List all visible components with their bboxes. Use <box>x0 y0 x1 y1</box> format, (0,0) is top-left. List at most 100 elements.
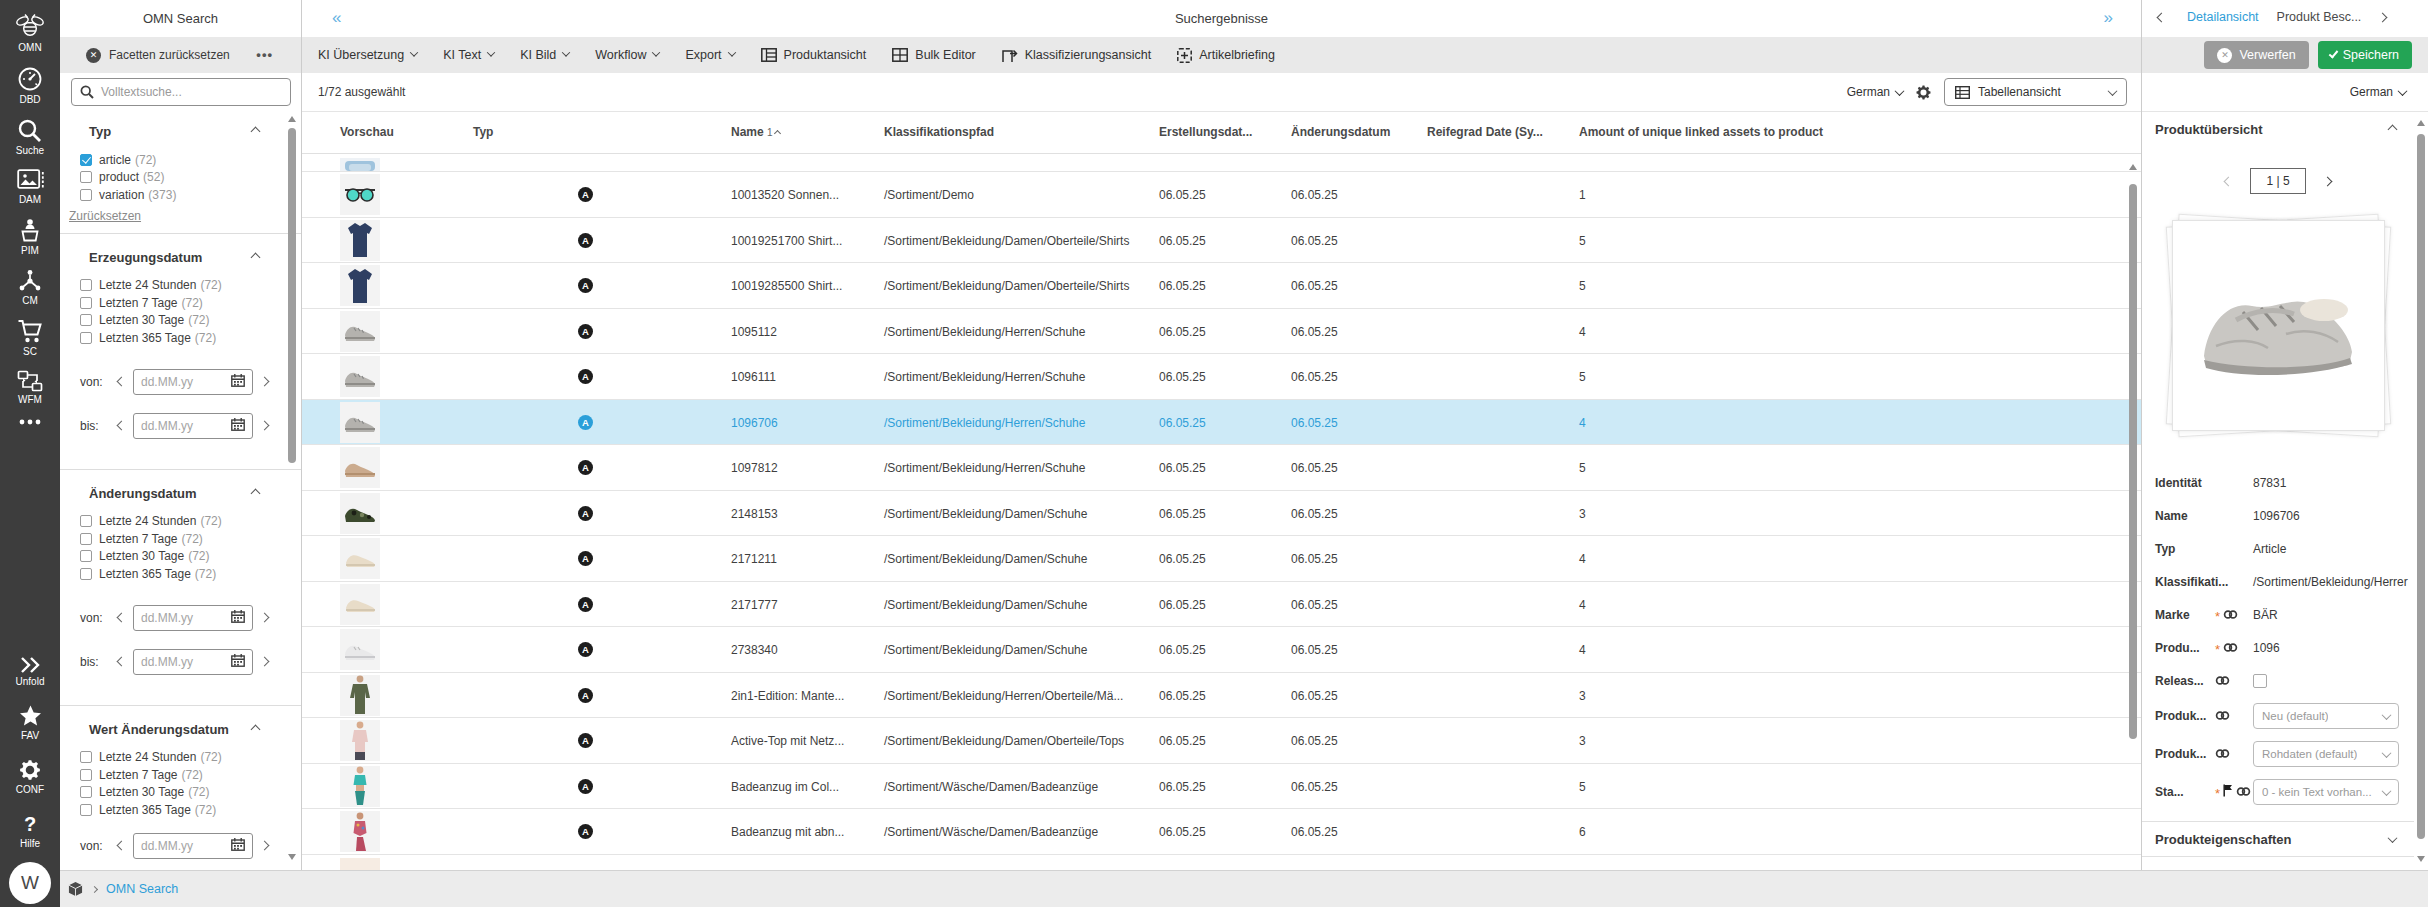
facet-option[interactable]: Letzte 24 Stunden(72) <box>80 749 301 767</box>
toolbar-menu-export[interactable]: Export <box>685 48 734 62</box>
view-mode-select[interactable]: Tabellenansicht <box>1944 78 2127 106</box>
date-prev-icon[interactable] <box>117 377 127 387</box>
facet-option[interactable]: Letzten 30 Tage(72) <box>80 312 301 330</box>
date-from-input[interactable]: dd.MM.yy <box>133 369 253 395</box>
date-to-input[interactable]: dd.MM.yy <box>133 413 253 439</box>
date-next-icon[interactable] <box>260 657 270 667</box>
facet-group-title[interactable]: Änderungsdatum <box>89 486 301 501</box>
table-row[interactable]: A10019285500 Shirt.../Sortiment/Bekleidu… <box>302 263 2141 309</box>
checkbox[interactable] <box>80 751 92 763</box>
facet-group-title[interactable]: Typ <box>89 124 301 139</box>
table-row[interactable]: A1097812/Sortiment/Bekleidung/Herren/Sch… <box>302 445 2141 491</box>
link-icon[interactable] <box>2236 783 2251 801</box>
checkbox[interactable] <box>80 550 92 562</box>
facet-option[interactable]: variation(373) <box>80 186 301 204</box>
column-header[interactable]: Erstellungsdat... <box>1159 125 1252 139</box>
date-prev-icon[interactable] <box>117 657 127 667</box>
checkbox[interactable] <box>80 533 92 545</box>
table-row[interactable]: A2738340/Sortiment/Bekleidung/Damen/Schu… <box>302 627 2141 673</box>
language-select[interactable]: German <box>1847 85 1903 99</box>
next-tab-icon[interactable] <box>2378 12 2388 22</box>
facet-option[interactable]: Letzten 365 Tage(72) <box>80 565 301 583</box>
checkbox[interactable] <box>80 279 92 291</box>
table-row[interactable]: ABadeanzug mit abn.../Sortiment/Wäsche/D… <box>302 809 2141 855</box>
sidebar-item-wfm[interactable]: WFM <box>17 370 43 405</box>
tab-detailansicht[interactable]: Detailansicht <box>2187 10 2259 24</box>
sidebar-item-cm[interactable]: CM <box>18 269 42 306</box>
facet-option[interactable]: Letzte 24 Stunden(72) <box>80 277 301 295</box>
checkbox[interactable] <box>80 154 92 166</box>
facet-more-menu[interactable]: ••• <box>256 47 273 62</box>
facet-option[interactable]: Letzten 365 Tage(72) <box>80 801 301 819</box>
column-header[interactable]: Typ <box>473 125 493 139</box>
field-checkbox[interactable] <box>2253 674 2267 688</box>
link-icon[interactable] <box>2215 745 2230 763</box>
table-row[interactable]: A10013520 Sonnen.../Sortiment/Demo06.05.… <box>302 172 2141 218</box>
sidebar-item-pim[interactable]: PIM <box>18 218 42 256</box>
date-next-icon[interactable] <box>260 613 270 623</box>
section-produkteigenschaften[interactable]: Produkteigenschaften <box>2142 822 2414 856</box>
date-from-input[interactable]: dd.MM.yy <box>133 605 253 631</box>
facet-option[interactable]: product(52) <box>80 169 301 187</box>
sidebar-item-more[interactable] <box>18 418 42 426</box>
table-row[interactable]: A2in1-Edition: Mante.../Sortiment/Beklei… <box>302 673 2141 719</box>
sidebar-item-conf[interactable]: CONF <box>16 758 44 795</box>
reset-facets-label[interactable]: Facetten zurücksetzen <box>109 48 230 62</box>
table-row-partial[interactable] <box>302 154 2141 172</box>
link-icon[interactable] <box>2223 606 2238 624</box>
facet-option[interactable]: Letzte 24 Stunden(72) <box>80 513 301 531</box>
fulltext-search-input[interactable]: Volltextsuche... <box>71 78 291 106</box>
facet-scrollbar[interactable] <box>285 110 299 870</box>
prev-image-icon[interactable] <box>2224 176 2234 186</box>
sidebar-item-dbd[interactable]: DBD <box>17 66 43 105</box>
column-header[interactable]: Vorschau <box>340 125 394 139</box>
checkbox[interactable] <box>80 786 92 798</box>
sidebar-item-fav[interactable]: FAV <box>18 704 43 741</box>
toolbar-button-artikelbriefing[interactable]: Artikelbriefing <box>1177 48 1275 63</box>
date-prev-icon[interactable] <box>117 613 127 623</box>
field-select[interactable]: Rohdaten (default) <box>2253 741 2399 767</box>
save-button[interactable]: Speichern <box>2318 41 2412 69</box>
table-row[interactable]: A10019251700 Shirt.../Sortiment/Bekleidu… <box>302 218 2141 264</box>
calendar-icon[interactable] <box>231 417 245 435</box>
checkbox[interactable] <box>80 804 92 816</box>
facet-reset-link[interactable]: Zurücksetzen <box>69 209 141 223</box>
checkbox[interactable] <box>80 515 92 527</box>
breadcrumb-omn-search[interactable]: OMN Search <box>106 882 178 896</box>
facet-option[interactable]: Letzten 7 Tage(72) <box>80 766 301 784</box>
toolbar-button-klassifizierungsansicht[interactable]: Klassifizierungsansicht <box>1002 48 1151 63</box>
checkbox[interactable] <box>80 189 92 201</box>
toolbar-menu-ki-bild[interactable]: KI Bild <box>520 48 569 62</box>
checkbox[interactable] <box>80 769 92 781</box>
column-header[interactable]: Änderungsdatum <box>1291 125 1390 139</box>
facet-option[interactable]: Letzten 7 Tage(72) <box>80 530 301 548</box>
field-select[interactable]: 0 - kein Text vorhan... <box>2253 779 2399 805</box>
toolbar-menu-workflow[interactable]: Workflow <box>595 48 659 62</box>
detail-language-select[interactable]: German <box>2142 73 2428 112</box>
discard-button[interactable]: ✕Verwerfen <box>2204 41 2308 69</box>
date-next-icon[interactable] <box>260 421 270 431</box>
date-to-input[interactable]: dd.MM.yy <box>133 649 253 675</box>
calendar-icon[interactable] <box>231 653 245 671</box>
product-image-stack[interactable] <box>2172 212 2385 440</box>
facet-option[interactable]: Letzten 7 Tage(72) <box>80 294 301 312</box>
column-header[interactable]: Reifegrad Date (Sy... <box>1427 125 1543 139</box>
toolbar-menu-ki-text[interactable]: KI Text <box>443 48 494 62</box>
facet-option[interactable]: article(72) <box>80 151 301 169</box>
column-header[interactable]: Name 1 <box>731 125 780 139</box>
table-row[interactable]: A1095112/Sortiment/Bekleidung/Herren/Sch… <box>302 309 2141 355</box>
section-verwendungen[interactable]: Verwendungen <box>2142 857 2414 870</box>
table-row[interactable]: AActive-Top mit Netz.../Sortiment/Beklei… <box>302 718 2141 764</box>
section-produktuebersicht[interactable]: Produktübersicht <box>2142 112 2414 146</box>
tab-produkt-beschreibung[interactable]: Produkt Besc... <box>2277 10 2362 24</box>
facet-option[interactable]: Letzten 365 Tage(72) <box>80 329 301 347</box>
prev-tab-icon[interactable] <box>2157 12 2167 22</box>
sidebar-item-sc[interactable]: SC <box>17 319 44 357</box>
checkbox[interactable] <box>80 314 92 326</box>
detail-scrollbar[interactable] <box>2414 112 2428 870</box>
checkbox[interactable] <box>80 297 92 309</box>
reset-facets-icon[interactable]: ✕ <box>86 48 101 63</box>
flag-icon[interactable] <box>2223 783 2233 801</box>
link-icon[interactable] <box>2215 707 2230 725</box>
toolbar-menu-ki-bersetzung[interactable]: KI Übersetzung <box>318 48 417 62</box>
